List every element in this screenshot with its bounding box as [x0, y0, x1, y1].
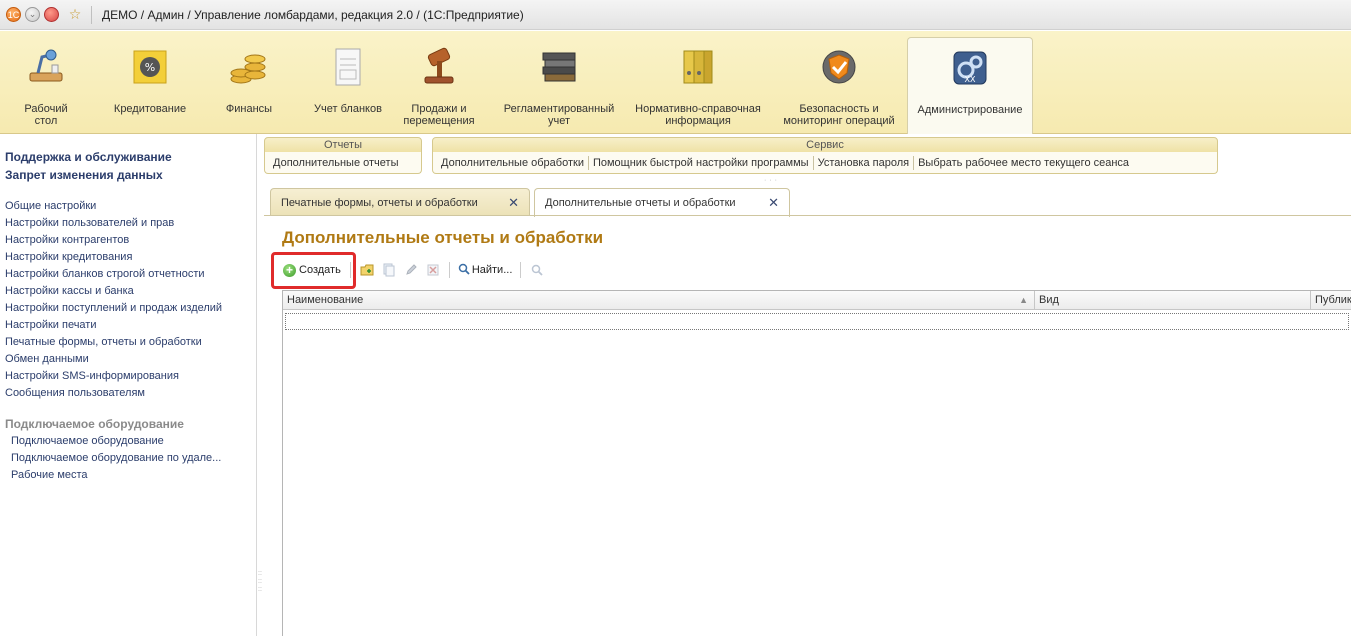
reports-group: Отчеты Дополнительные отчеты	[264, 137, 422, 177]
quick-setup-link[interactable]: Помощник быстрой настройки программы	[589, 157, 813, 169]
service-group: Сервис Дополнительные обработки Помощник…	[432, 137, 1218, 177]
section-regulated[interactable]: Регламентированный учет	[496, 31, 622, 134]
form-title: Дополнительные отчеты и обработки	[282, 228, 604, 247]
additional-processing-link[interactable]: Дополнительные обработки	[437, 157, 588, 169]
nav-item[interactable]: Подключаемое оборудование	[5, 433, 256, 450]
nav-item[interactable]: Настройки контрагентов	[5, 232, 256, 249]
gavel-icon	[424, 47, 454, 84]
copy-icon[interactable]	[381, 262, 397, 278]
section-crediting[interactable]: % Кредитование	[110, 31, 190, 134]
coins-icon	[230, 54, 266, 84]
toolbar-separator	[448, 262, 450, 278]
section-reference[interactable]: Нормативно-справочная информация	[632, 31, 764, 134]
nav-item[interactable]: Настройки кредитования	[5, 249, 256, 266]
section-finance[interactable]: Финансы	[218, 31, 280, 134]
section-label: Кредитование	[113, 103, 187, 115]
nav-item[interactable]: Сообщения пользователям	[5, 385, 256, 402]
svg-text:XX: XX	[965, 75, 976, 84]
reports-group-title: Отчеты	[264, 137, 422, 153]
section-label: Регламентированный учет	[503, 103, 615, 127]
window-titlebar: 1С ⌄ ☆ ДЕМО / Админ / Управление ломбард…	[0, 0, 1351, 30]
column-header-kind[interactable]: Вид	[1035, 291, 1311, 310]
section-label: Продажи и перемещения	[403, 103, 475, 127]
nav-item[interactable]: Настройки пользователей и прав	[5, 215, 256, 232]
section-label: Нормативно-справочная информация	[635, 103, 761, 127]
search-icon	[458, 263, 470, 278]
panel-splitter[interactable]: ::::::	[258, 570, 264, 620]
reports-table: Наименование ▲ Вид Публика	[282, 290, 1351, 636]
section-label: Финансы	[225, 103, 273, 115]
column-label: Наименование	[287, 294, 364, 306]
nav-item[interactable]: Настройки SMS-информирования	[5, 368, 256, 385]
tab-label: Печатные формы, отчеты и обработки	[281, 196, 478, 209]
nav-item[interactable]: Обмен данными	[5, 351, 256, 368]
set-password-link[interactable]: Установка пароля	[814, 157, 914, 169]
select-workplace-link[interactable]: Выбрать рабочее место текущего сеанса	[914, 157, 1133, 169]
nav-item[interactable]: Настройки печати	[5, 317, 256, 334]
tab-additional-reports[interactable]: Дополнительные отчеты и обработки ✕	[534, 188, 790, 217]
title-separator	[91, 5, 92, 24]
sort-ascending-icon: ▲	[1019, 295, 1028, 305]
section-sales[interactable]: Продажи и перемещения	[399, 31, 479, 134]
create-button-highlight	[271, 252, 356, 289]
delete-mark-icon[interactable]	[425, 262, 441, 278]
nav-item[interactable]: Настройки поступлений и продаж изделий	[5, 300, 256, 317]
table-header: Наименование ▲ Вид Публика	[283, 291, 1351, 310]
app-menu-icon[interactable]: 1С	[6, 7, 21, 22]
binders-icon	[683, 50, 713, 84]
percent-note-icon: %	[133, 50, 167, 84]
find-button-label: Найти...	[471, 264, 513, 276]
column-header-name[interactable]: Наименование ▲	[283, 291, 1035, 310]
cancel-search-icon[interactable]	[529, 262, 545, 278]
shield-icon	[822, 50, 856, 84]
tab-baseline	[264, 215, 1351, 216]
nav-item[interactable]: Печатные формы, отчеты и обработки	[5, 334, 256, 351]
tab-print-forms[interactable]: Печатные формы, отчеты и обработки ✕	[270, 188, 530, 216]
edit-pencil-icon[interactable]	[403, 262, 419, 278]
section-label: Рабочий стол	[24, 103, 68, 127]
table-row[interactable]	[285, 313, 1349, 330]
section-label: Безопасность и мониторинг операций	[783, 103, 895, 127]
left-navigation: Поддержка и обслуживание Запрет изменени…	[0, 134, 257, 636]
blank-form-icon	[335, 48, 361, 86]
additional-reports-link[interactable]: Дополнительные отчеты	[269, 157, 402, 169]
create-folder-icon[interactable]	[359, 262, 375, 278]
column-header-publication[interactable]: Публика	[1311, 291, 1351, 310]
favorites-star-icon[interactable]: ☆	[67, 6, 83, 23]
close-icon[interactable]: ✕	[508, 195, 519, 211]
reports-group-body: Дополнительные отчеты	[264, 152, 422, 174]
column-label: Вид	[1039, 294, 1059, 306]
section-security[interactable]: Безопасность и мониторинг операций	[780, 31, 898, 134]
column-label: Публика	[1315, 294, 1351, 306]
admin-gears-icon: XX	[953, 51, 987, 85]
service-group-title: Сервис	[432, 137, 1218, 153]
service-group-body: Дополнительные обработки Помощник быстро…	[432, 152, 1218, 174]
close-icon[interactable]: ✕	[768, 195, 779, 211]
resize-grip[interactable]: ···	[764, 177, 780, 184]
section-desktop[interactable]: Рабочий стол	[14, 31, 78, 134]
nav-item[interactable]: Общие настройки	[5, 198, 256, 215]
sections-panel: Рабочий стол % Кредитование Финансы Учет…	[0, 31, 1351, 134]
nav-item[interactable]: Подключаемое оборудование по удале...	[5, 450, 256, 467]
find-button[interactable]: Найти...	[455, 263, 516, 278]
desk-lamp-icon	[29, 49, 63, 82]
tab-label: Дополнительные отчеты и обработки	[545, 197, 736, 209]
window-title: ДЕМО / Админ / Управление ломбардами, ре…	[102, 7, 524, 22]
nav-support-link[interactable]: Поддержка и обслуживание	[5, 148, 256, 166]
nav-group-title: Подключаемое оборудование	[5, 417, 184, 431]
books-icon	[542, 52, 576, 82]
dropdown-icon[interactable]: ⌄	[25, 7, 40, 22]
toolbar-separator	[520, 262, 522, 278]
section-label: Учет бланков	[314, 103, 382, 115]
svg-text:%: %	[145, 61, 155, 74]
nav-item[interactable]: Настройки кассы и банка	[5, 283, 256, 300]
close-circle-icon[interactable]	[44, 7, 59, 22]
nav-item[interactable]: Настройки бланков строгой отчетности	[5, 266, 256, 283]
nav-data-lock-link[interactable]: Запрет изменения данных	[5, 166, 256, 184]
nav-item[interactable]: Рабочие места	[5, 467, 256, 484]
section-blanks[interactable]: Учет бланков	[313, 31, 383, 134]
section-label: Администрирование	[917, 104, 1023, 116]
section-administration[interactable]: XX Администрирование	[907, 37, 1033, 134]
